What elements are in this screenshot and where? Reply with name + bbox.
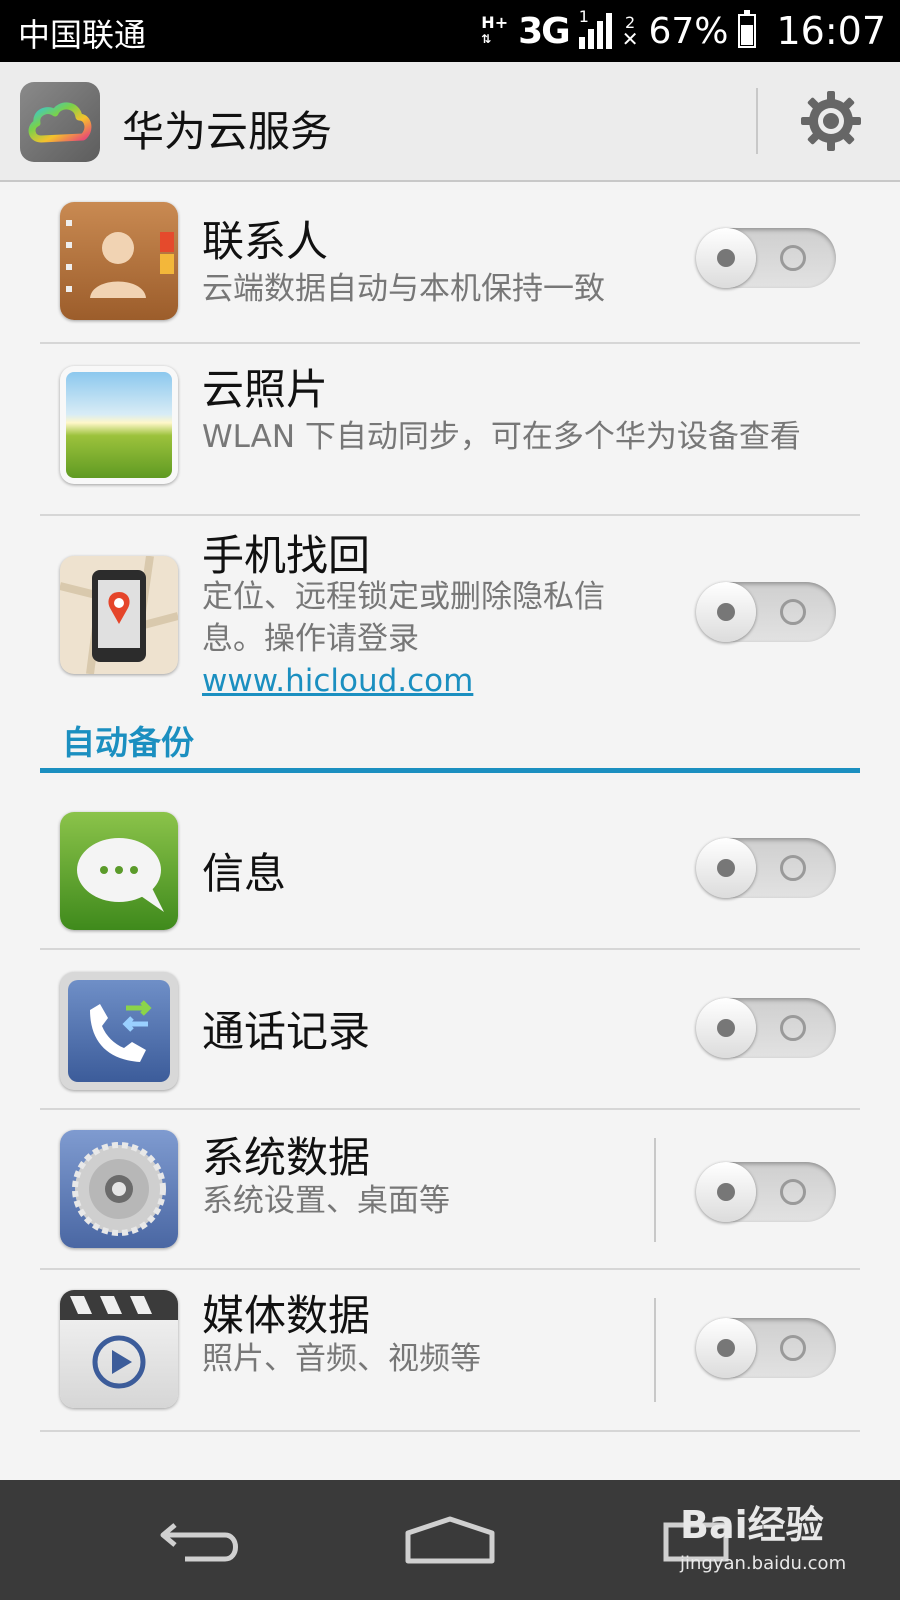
contacts-toggle[interactable] (696, 228, 836, 288)
system-data-icon (60, 1130, 178, 1248)
phone-finder-icon (60, 556, 178, 674)
signal-sim2-icon: 2 ✕ (621, 13, 639, 51)
messages-toggle[interactable] (696, 838, 836, 898)
item-title: 手机找回 (202, 531, 371, 580)
contacts-icon (60, 202, 178, 320)
divider (756, 88, 758, 154)
list-item-system-data[interactable]: 系统数据 系统设置、桌面等 (40, 1110, 860, 1270)
carrier-label: 中国联通 (18, 16, 147, 54)
page-title: 华为云服务 (122, 107, 333, 156)
back-icon (160, 1523, 238, 1562)
battery-icon (738, 10, 757, 48)
item-title: 信息 (202, 849, 287, 898)
back-button[interactable] (140, 1508, 260, 1572)
system-data-toggle[interactable] (696, 1162, 836, 1222)
settings-button[interactable] (798, 88, 864, 154)
divider (40, 1430, 860, 1432)
divider (654, 1138, 656, 1242)
call-log-toggle[interactable] (696, 998, 836, 1058)
item-title: 通话记录 (202, 1007, 371, 1056)
list-item-media-data[interactable]: 媒体数据 照片、音频、视频等 (40, 1270, 860, 1432)
home-button[interactable] (390, 1508, 510, 1572)
divider (654, 1298, 656, 1402)
hicloud-link[interactable]: www.hicloud.com (202, 663, 473, 699)
call-log-icon (60, 972, 178, 1090)
item-subtitle: 云端数据自动与本机保持一致 (202, 271, 605, 307)
list-item-phone-finder[interactable]: 手机找回 定位、远程锁定或删除隐私信息。操作请登录www.hicloud.com (40, 516, 860, 712)
list-item-cloud-photos[interactable]: 云照片 WLAN 下自动同步，可在多个华为设备查看 (40, 344, 860, 516)
item-title: 系统数据 (202, 1133, 371, 1182)
media-data-icon (60, 1290, 178, 1408)
clock: 16:07 (776, 9, 886, 53)
phone-finder-toggle[interactable] (696, 582, 836, 642)
item-subtitle: 定位、远程锁定或删除隐私信息。操作请登录www.hicloud.com (202, 579, 605, 699)
navigation-bar: Bai经验 jingyan.baidu.com (0, 1480, 900, 1600)
mobile-gen-label: 3G (518, 10, 571, 52)
network-type-icon: H+ ⇅ (481, 13, 509, 47)
battery-percent: 67% (648, 10, 729, 52)
item-title: 媒体数据 (202, 1291, 371, 1340)
home-icon (405, 1516, 495, 1564)
item-subtitle: 系统设置、桌面等 (202, 1183, 450, 1219)
item-subtitle: 照片、音频、视频等 (202, 1341, 481, 1377)
photos-icon (60, 366, 178, 484)
list-item-messages[interactable]: 信息 (40, 790, 860, 950)
list-item-call-log[interactable]: 通话记录 (40, 950, 860, 1110)
action-bar: 华为云服务 (0, 62, 900, 182)
list-item-contacts[interactable]: 联系人 云端数据自动与本机保持一致 (40, 182, 860, 344)
item-title: 联系人 (202, 217, 329, 266)
signal-sim1-icon: 1 (578, 9, 612, 49)
cloud-icon[interactable] (20, 82, 100, 162)
section-header-auto-backup: 自动备份 (62, 723, 194, 762)
status-bar: 中国联通 H+ ⇅ 3G 1 2 ✕ 67% 16:07 (0, 0, 900, 62)
gear-icon (801, 91, 861, 151)
media-data-toggle[interactable] (696, 1318, 836, 1378)
messages-icon (60, 812, 178, 930)
watermark: Bai经验 jingyan.baidu.com (680, 1503, 847, 1574)
item-title: 云照片 (202, 365, 329, 414)
status-indicators: H+ ⇅ 3G 1 2 ✕ 67% 16:07 (481, 8, 886, 54)
section-divider (40, 768, 860, 773)
item-subtitle: WLAN 下自动同步，可在多个华为设备查看 (202, 419, 801, 455)
